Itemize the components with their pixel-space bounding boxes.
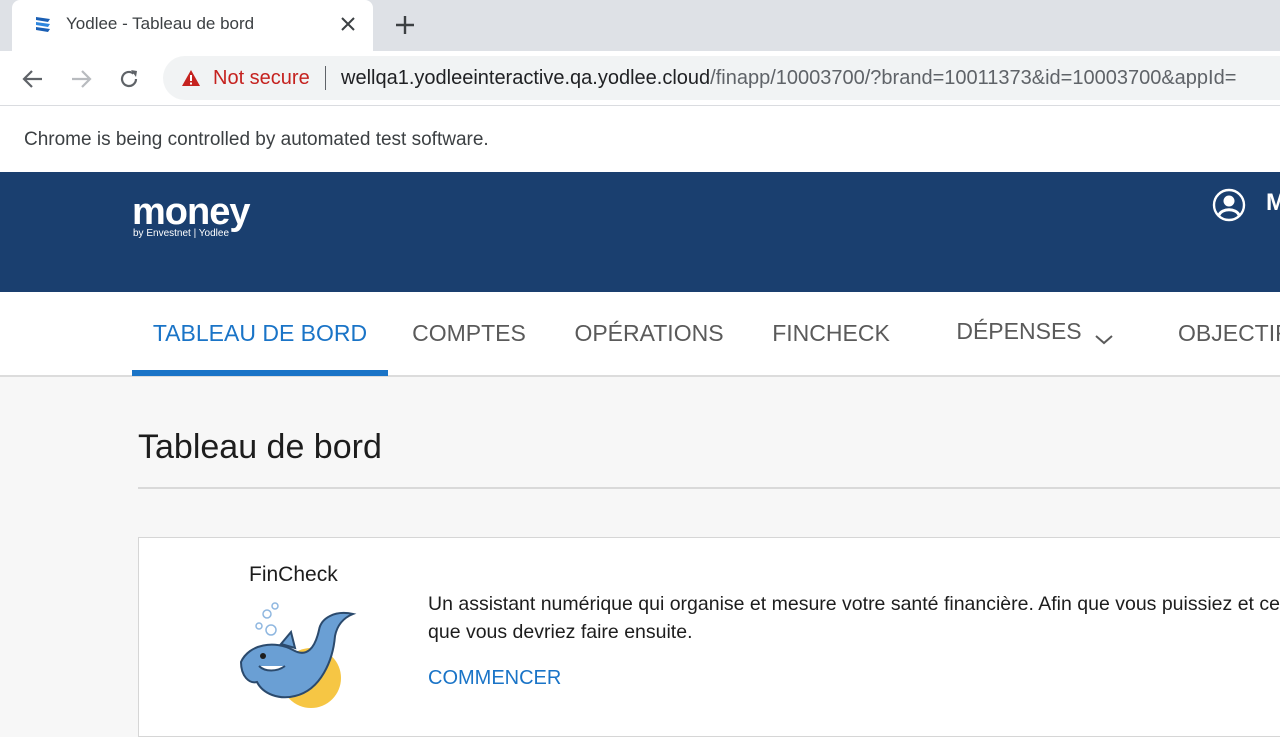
active-tab-indicator — [132, 370, 388, 376]
card-title: FinCheck — [249, 563, 338, 586]
tab-operations[interactable]: OPÉRATIONS — [560, 292, 738, 375]
app-header: money by Envestnet | Yodlee M — [0, 172, 1280, 292]
tab-comptes[interactable]: COMPTES — [400, 292, 538, 375]
url-path: /finapp/10003700/?brand=10011373&id=1000… — [710, 67, 1237, 89]
card-description: Un assistant numérique qui organise et m… — [428, 593, 1280, 643]
user-account-icon[interactable] — [1212, 188, 1246, 222]
nav-label: TABLEAU DE BORD — [152, 320, 368, 346]
security-status[interactable]: Not secure — [213, 67, 310, 90]
browser-tabstrip: Yodlee - Tableau de bord — [0, 0, 1280, 51]
tab-tableau-de-bord[interactable]: TABLEAU DE BORD — [132, 292, 388, 375]
dolphin-illustration-icon — [235, 600, 359, 712]
logo-subtext: by Envestnet | Yodlee — [133, 228, 230, 239]
nav-label: OPÉRATIONS — [574, 320, 724, 346]
tab-depenses[interactable]: DÉPENSES — [940, 290, 1130, 373]
reload-icon[interactable] — [113, 63, 145, 95]
browser-tab[interactable]: Yodlee - Tableau de bord — [12, 0, 373, 51]
tab-fincheck[interactable]: FINCHECK — [758, 292, 904, 375]
yodlee-favicon-icon — [34, 15, 52, 35]
plus-icon[interactable] — [392, 12, 418, 38]
address-bar[interactable]: Not secure wellqa1.yodleeinteractive.qa.… — [163, 56, 1280, 100]
nav-label: OBJECTIF — [1178, 320, 1280, 346]
chevron-down-icon[interactable] — [1094, 325, 1114, 344]
omnibox-divider — [325, 66, 326, 90]
nav-label: COMPTES — [412, 320, 526, 346]
url-text[interactable]: wellqa1.yodleeinteractive.qa.yodlee.clou… — [341, 67, 1236, 90]
user-menu-label[interactable]: M — [1266, 189, 1280, 217]
money-logo[interactable]: money by Envestnet | Yodlee — [132, 192, 272, 240]
forward-arrow-icon[interactable] — [65, 63, 97, 95]
nav-label: DÉPENSES — [956, 318, 1082, 344]
browser-toolbar: Not secure wellqa1.yodleeinteractive.qa.… — [0, 51, 1280, 106]
automation-infobar: Chrome is being controlled by automated … — [0, 106, 1280, 172]
logo-text: money — [132, 191, 250, 233]
tab-title: Yodlee - Tableau de bord — [66, 14, 255, 33]
nav-label: FINCHECK — [772, 320, 890, 346]
page-title: Tableau de bord — [138, 428, 382, 466]
url-host: wellqa1.yodleeinteractive.qa.yodlee.clou… — [341, 67, 711, 89]
main-nav: TABLEAU DE BORD COMPTES OPÉRATIONS FINCH… — [0, 292, 1280, 377]
back-arrow-icon[interactable] — [17, 63, 49, 95]
tab-objectifs[interactable]: OBJECTIF — [1162, 292, 1280, 375]
automation-notice: Chrome is being controlled by automated … — [24, 129, 489, 150]
fincheck-card: FinCheck Un assistant numérique qui orga… — [138, 537, 1280, 737]
close-icon[interactable] — [338, 14, 358, 34]
warning-triangle-icon[interactable] — [181, 69, 201, 87]
title-divider — [138, 487, 1280, 489]
commencer-link[interactable]: COMMENCER — [428, 667, 561, 690]
